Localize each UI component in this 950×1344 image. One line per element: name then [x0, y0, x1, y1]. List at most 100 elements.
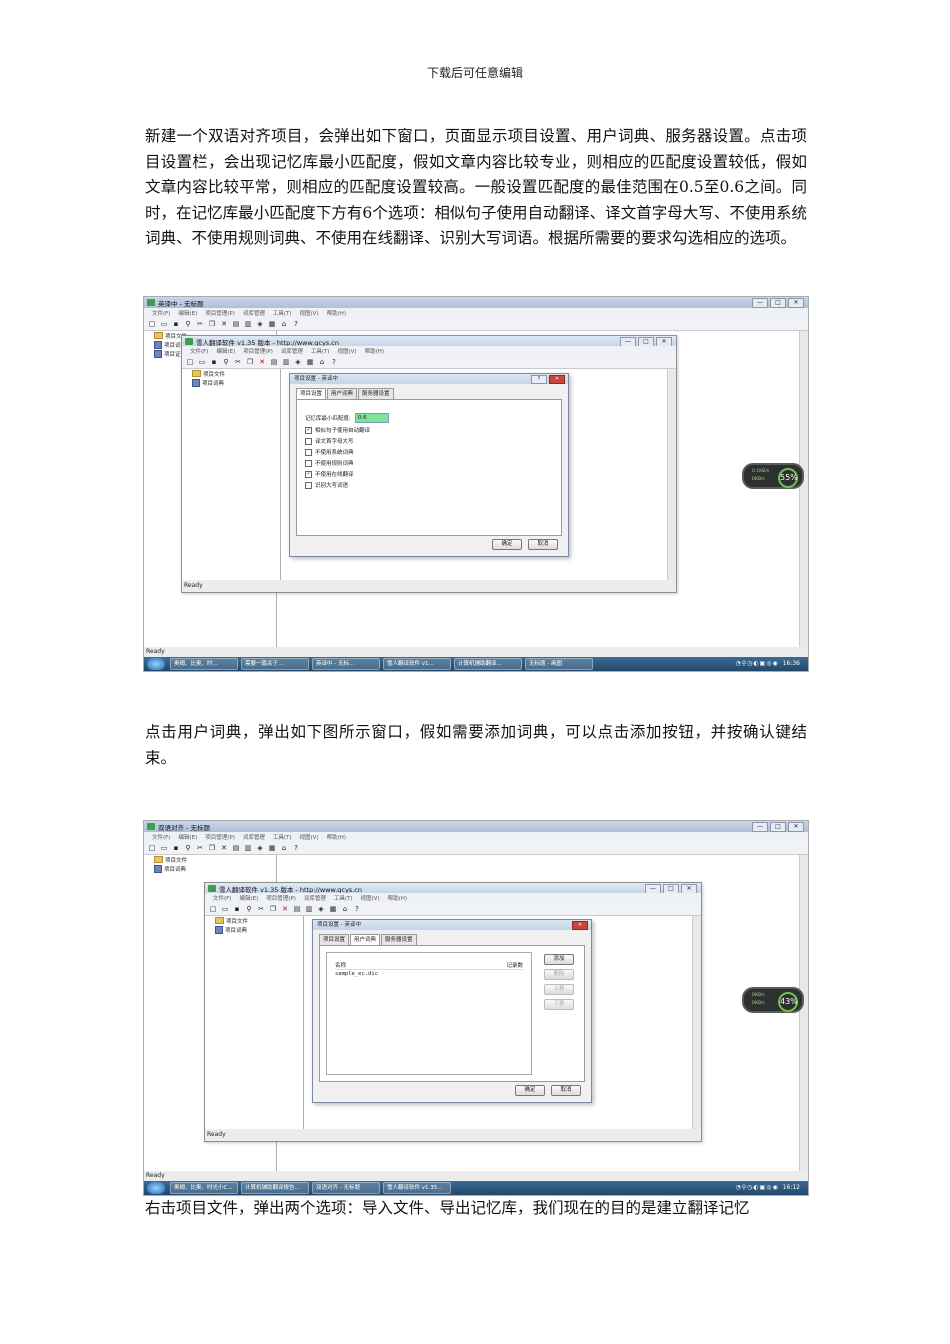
- menu-help[interactable]: 帮助(H): [327, 309, 346, 317]
- menu-edit[interactable]: 编辑(E): [178, 833, 197, 841]
- open-icon[interactable]: ▭: [198, 358, 206, 366]
- export-icon[interactable]: ▥: [282, 358, 290, 366]
- align-icon[interactable]: ▦: [329, 905, 337, 913]
- menu-view[interactable]: 视图(V): [300, 833, 319, 841]
- start-button[interactable]: [147, 1182, 165, 1194]
- find-icon[interactable]: ⚲: [184, 320, 192, 328]
- delete-icon[interactable]: ✕: [220, 844, 228, 852]
- copy-icon[interactable]: ❐: [208, 844, 216, 852]
- taskbar-item[interactable]: 雪人翻译软件 v1...: [383, 658, 451, 670]
- translate-icon[interactable]: ◈: [256, 844, 264, 852]
- min-match-input[interactable]: 0.6: [354, 413, 389, 423]
- delete-icon[interactable]: ✕: [281, 905, 289, 913]
- tree-item[interactable]: 项目文件: [144, 855, 276, 864]
- export-icon[interactable]: ▥: [305, 905, 313, 913]
- taskbar-item[interactable]: 奥姆、比奥、时...: [170, 658, 238, 670]
- new-icon[interactable]: □: [148, 844, 156, 852]
- menu-file[interactable]: 文件(F): [190, 347, 208, 355]
- menu-help[interactable]: 帮助(H): [365, 347, 384, 355]
- export-icon[interactable]: ▥: [244, 844, 252, 852]
- import-icon[interactable]: ▤: [232, 320, 240, 328]
- new-icon[interactable]: □: [186, 358, 194, 366]
- checkbox[interactable]: [305, 459, 312, 467]
- menu-project[interactable]: 项目管理(P): [205, 309, 235, 317]
- find-icon[interactable]: ⚲: [184, 844, 192, 852]
- home-icon[interactable]: ⌂: [280, 320, 288, 328]
- export-icon[interactable]: ▥: [244, 320, 252, 328]
- move-down-button[interactable]: 下移: [544, 999, 574, 1010]
- tab-user-dictionary[interactable]: 用户词典: [327, 388, 358, 399]
- taskbar-item[interactable]: 奥姆、比奥、时光小C...: [170, 1182, 238, 1194]
- menu-view[interactable]: 视图(V): [338, 347, 357, 355]
- checkbox[interactable]: [305, 437, 312, 445]
- menu-tools[interactable]: 工具(T): [273, 833, 292, 841]
- import-icon[interactable]: ▤: [232, 844, 240, 852]
- tree-item[interactable]: 项目文件: [182, 369, 280, 378]
- menu-lexicon[interactable]: 词库管理: [304, 894, 326, 902]
- tab-server-settings[interactable]: 服务器设置: [358, 388, 394, 399]
- maximize-button[interactable]: □: [770, 822, 786, 832]
- menu-edit[interactable]: 编辑(E): [178, 309, 197, 317]
- tab-user-dictionary[interactable]: 用户词典: [350, 934, 381, 945]
- new-icon[interactable]: □: [209, 905, 217, 913]
- tree-item[interactable]: 项目词典: [144, 864, 276, 873]
- translate-icon[interactable]: ◈: [317, 905, 325, 913]
- save-icon[interactable]: ▪: [172, 844, 180, 852]
- home-icon[interactable]: ⌂: [280, 844, 288, 852]
- help-button[interactable]: ?: [531, 375, 547, 384]
- delete-icon[interactable]: ✕: [220, 320, 228, 328]
- translate-icon[interactable]: ◈: [294, 358, 302, 366]
- delete-button[interactable]: 删除: [544, 969, 574, 980]
- move-up-button[interactable]: 上移: [544, 984, 574, 995]
- menu-help[interactable]: 帮助(H): [388, 894, 407, 902]
- open-icon[interactable]: ▭: [160, 844, 168, 852]
- cancel-button[interactable]: 取消: [528, 539, 558, 550]
- import-icon[interactable]: ▤: [270, 358, 278, 366]
- vertical-scrollbar[interactable]: [799, 855, 808, 1171]
- list-item[interactable]: sample_ec.dic: [335, 971, 378, 977]
- option-checkbox[interactable]: ✓ 相似句子使用自动翻译: [305, 426, 370, 434]
- tab-server-settings[interactable]: 服务器设置: [381, 934, 417, 945]
- tree-item[interactable]: 项目文件: [205, 916, 303, 925]
- vertical-scrollbar[interactable]: [692, 916, 701, 1129]
- help-icon[interactable]: ?: [353, 905, 361, 913]
- copy-icon[interactable]: ❐: [246, 358, 254, 366]
- menu-lexicon[interactable]: 词库管理: [281, 347, 303, 355]
- home-icon[interactable]: ⌂: [318, 358, 326, 366]
- menu-edit[interactable]: 编辑(E): [239, 894, 258, 902]
- open-icon[interactable]: ▭: [221, 905, 229, 913]
- cut-icon[interactable]: ✂: [234, 358, 242, 366]
- cancel-button[interactable]: 取消: [551, 1085, 581, 1096]
- cut-icon[interactable]: ✂: [196, 844, 204, 852]
- menu-project[interactable]: 项目管理(P): [205, 833, 235, 841]
- ok-button[interactable]: 确定: [515, 1085, 545, 1096]
- save-icon[interactable]: ▪: [233, 905, 241, 913]
- menu-file[interactable]: 文件(F): [152, 833, 170, 841]
- option-checkbox[interactable]: 译文首字母大写: [305, 437, 354, 445]
- option-checkbox[interactable]: ✓ 不使用在线翻译: [305, 470, 354, 478]
- taskbar-item[interactable]: 计算机辅助翻译...: [454, 658, 522, 670]
- taskbar-item[interactable]: 雪人翻译软件 v1.35...: [383, 1182, 451, 1194]
- checkbox[interactable]: [305, 481, 312, 489]
- find-icon[interactable]: ⚲: [222, 358, 230, 366]
- vertical-scrollbar[interactable]: [667, 369, 676, 580]
- save-icon[interactable]: ▪: [172, 320, 180, 328]
- menu-tools[interactable]: 工具(T): [334, 894, 353, 902]
- minimize-button[interactable]: —: [752, 298, 768, 308]
- dictionary-list[interactable]: 名称 记录数 sample_ec.dic: [326, 952, 532, 1075]
- help-icon[interactable]: ?: [292, 320, 300, 328]
- taskbar-item[interactable]: 需要一篇关于...: [241, 658, 309, 670]
- checkbox[interactable]: [305, 448, 312, 456]
- add-button[interactable]: 添加: [544, 954, 574, 965]
- minimize-button[interactable]: —: [752, 822, 768, 832]
- help-icon[interactable]: ?: [292, 844, 300, 852]
- menu-project[interactable]: 项目管理(P): [243, 347, 273, 355]
- new-icon[interactable]: □: [148, 320, 156, 328]
- checkbox-checked[interactable]: ✓: [305, 470, 312, 478]
- tray-icons[interactable]: ◔⚲◷◐▣◎◉: [735, 659, 778, 669]
- copy-icon[interactable]: ❐: [269, 905, 277, 913]
- align-icon[interactable]: ▦: [268, 320, 276, 328]
- cut-icon[interactable]: ✂: [257, 905, 265, 913]
- menu-view[interactable]: 视图(V): [300, 309, 319, 317]
- ok-button[interactable]: 确定: [492, 539, 522, 550]
